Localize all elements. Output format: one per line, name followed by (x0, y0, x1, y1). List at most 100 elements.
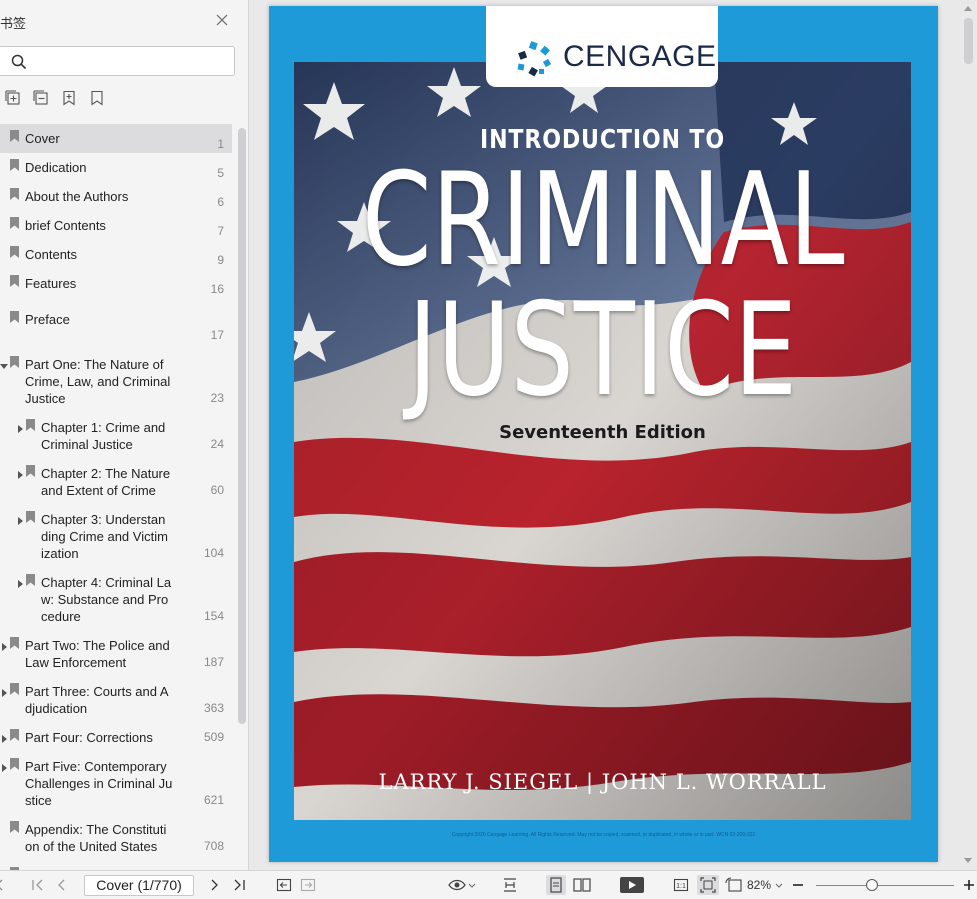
bookmark-item[interactable]: Cover 1 (0, 124, 232, 153)
bookmark-label: Dedication (25, 160, 87, 175)
bookmark-icon (10, 217, 19, 229)
previous-page-icon[interactable] (55, 877, 67, 893)
document-scrollbar[interactable] (964, 18, 973, 64)
expand-arrow-icon[interactable] (2, 764, 7, 772)
bookmark-item[interactable]: Chapter 2: The Nature and Extent of Crim… (0, 451, 232, 498)
forward-icon[interactable] (300, 877, 316, 893)
bookmark-page-number: 17 (210, 328, 224, 342)
bookmark-search-box[interactable] (0, 46, 235, 76)
bookmark-label: brief Contents (25, 218, 106, 233)
slideshow-play-icon[interactable] (620, 877, 644, 893)
cover-title-line2: JUSTICE (407, 276, 798, 425)
bookmark-label: Contents (25, 247, 78, 262)
scroll-down-arrow[interactable] (964, 858, 972, 863)
bookmark-item[interactable]: Features 16 (0, 269, 232, 298)
bookmark-icon (26, 511, 35, 523)
status-toolbar: Cover (1/770) 1:1 82% (0, 870, 977, 899)
cover-copyright: Copyright 2020 Cengage Learning. All Rig… (451, 832, 756, 838)
bookmark-icon (10, 246, 19, 258)
bookmark-item[interactable]: About the Authors 6 (0, 182, 232, 211)
single-page-icon[interactable] (546, 875, 566, 895)
two-page-icon[interactable] (572, 877, 592, 893)
bookmark-icon (10, 159, 19, 171)
bookmark-item[interactable]: brief Contents 7 (0, 211, 232, 240)
last-page-icon[interactable] (232, 877, 246, 893)
rotate-icon[interactable] (725, 877, 743, 893)
bookmark-icon (26, 419, 35, 431)
publisher-name: CENGAGE (563, 40, 717, 73)
zoom-in-icon[interactable] (963, 877, 975, 893)
expand-arrow-icon[interactable] (2, 643, 7, 651)
bookmark-item[interactable]: Part One: The Nature of Crime, Law, and … (0, 342, 232, 406)
bookmark-icon[interactable] (89, 90, 105, 106)
bookmark-item[interactable]: Appendix: The Constituti on of the Unite… (0, 807, 232, 854)
cengage-logo-icon (517, 41, 552, 77)
eye-mode-icon[interactable] (448, 877, 476, 893)
first-page-icon[interactable] (31, 877, 45, 893)
bookmark-item[interactable]: Part Four: Corrections 509 (0, 715, 232, 745)
bookmark-item[interactable]: Contents 9 (0, 240, 232, 269)
bookmark-item[interactable]: Part Five: Contemporary Challenges in Cr… (0, 744, 232, 808)
bookmark-label: Part Two: The Police and Law Enforcement (25, 638, 170, 670)
bookmark-item[interactable]: Part Two: The Police and Law Enforcement… (0, 623, 232, 670)
bookmark-item[interactable]: Dedication 5 (0, 153, 232, 182)
bookmark-page-number: 187 (203, 655, 224, 669)
panel-header: 书签 (0, 10, 240, 34)
zoom-dropdown-icon[interactable] (775, 877, 783, 893)
bookmark-item[interactable]: Chapter 3: Understan ding Crime and Vict… (0, 497, 232, 561)
bookmark-label: Appendix: The Constituti on of the Unite… (25, 822, 167, 854)
bookmark-search-input[interactable] (33, 52, 223, 70)
zoom-slider-handle[interactable] (866, 879, 878, 891)
bookmark-icon (10, 637, 19, 649)
expand-arrow-icon[interactable] (18, 471, 23, 479)
bookmark-page-number: 23 (210, 391, 224, 405)
bookmark-page-number: 16 (210, 282, 224, 296)
bookmark-page-number: 24 (210, 437, 224, 451)
zoom-out-icon[interactable] (792, 877, 804, 893)
fit-page-icon[interactable] (697, 875, 719, 895)
next-page-icon[interactable] (209, 877, 221, 893)
zoom-level[interactable]: 82% (747, 878, 771, 892)
bookmark-page-number: 154 (203, 609, 224, 623)
expand-arrow-icon[interactable] (2, 689, 7, 697)
bookmark-icon (10, 188, 19, 200)
scroll-up-arrow[interactable] (964, 6, 972, 11)
document-viewport[interactable]: INTRODUCTION TO CRIMINAL JUSTICE Sevente… (250, 0, 977, 870)
bookmark-label: Chapter 1: Crime and Criminal Justice (41, 420, 166, 452)
bookmark-label: Features (25, 276, 77, 291)
bookmark-label: Part Three: Courts and A djudication (25, 684, 169, 716)
bookmark-label: Cover (25, 131, 60, 146)
add-bookmark-icon[interactable] (61, 90, 77, 106)
bookmark-icon (10, 130, 19, 142)
cover-edition: Seventeenth Edition (499, 422, 706, 443)
bookmark-item[interactable]: Part Three: Courts and A djudication 363 (0, 669, 232, 716)
bookmark-panel: 书签 Cover 1 Dedication 5 About the Author… (0, 0, 249, 870)
zoom-slider-track[interactable] (816, 885, 954, 886)
collapse-arrow-icon[interactable] (0, 364, 8, 369)
bookmark-icon (26, 465, 35, 477)
expand-arrow-icon[interactable] (18, 580, 23, 588)
bookmark-page-number: 9 (217, 253, 224, 267)
bookmark-item[interactable]: Preface 17 (0, 298, 232, 342)
search-icon (11, 54, 27, 70)
fit-width-icon[interactable] (502, 877, 518, 893)
expand-all-icon[interactable] (5, 90, 21, 106)
expand-arrow-icon[interactable] (2, 735, 7, 743)
sidebar-scrollbar[interactable] (238, 128, 246, 724)
bookmark-page-number: 5 (217, 166, 224, 180)
back-icon[interactable] (276, 877, 292, 893)
scroll-left-icon[interactable] (0, 877, 4, 893)
bookmark-icon (26, 574, 35, 586)
expand-arrow-icon[interactable] (18, 517, 23, 525)
panel-title: 书签 (0, 16, 27, 31)
bookmark-icon (10, 356, 19, 368)
page-number-field[interactable]: Cover (1/770) (84, 875, 194, 896)
bookmark-item[interactable]: Chapter 4: Criminal La w: Substance and … (0, 560, 232, 624)
actual-size-icon[interactable]: 1:1 (673, 877, 689, 893)
collapse-all-icon[interactable] (33, 90, 49, 106)
bookmark-label: Chapter 4: Criminal La w: Substance and … (41, 575, 172, 624)
bookmark-item[interactable]: Chapter 1: Crime and Criminal Justice 24 (0, 405, 232, 452)
close-icon[interactable] (214, 12, 230, 28)
expand-arrow-icon[interactable] (18, 425, 23, 433)
bookmark-item[interactable]: Glossary (0, 853, 232, 870)
